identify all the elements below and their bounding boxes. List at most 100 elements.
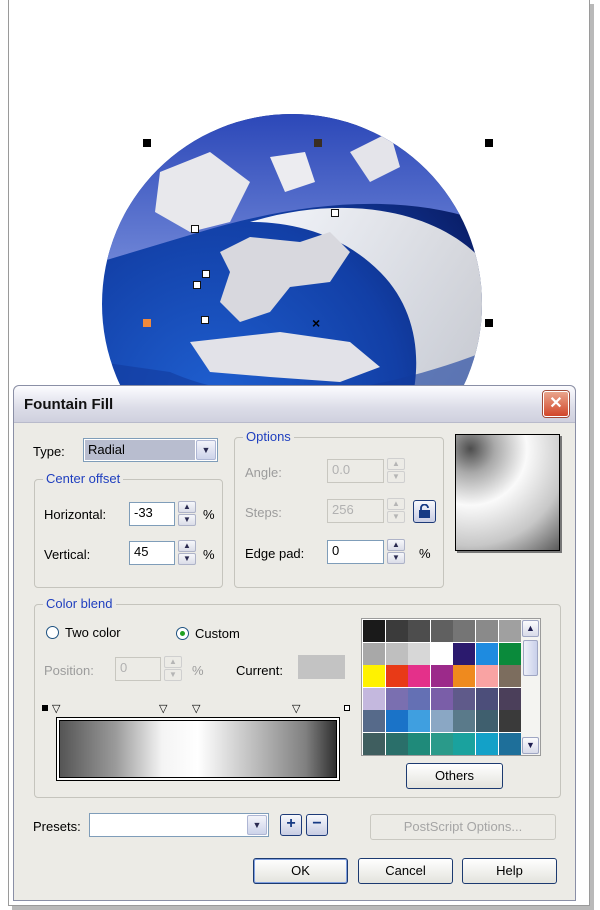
position-field[interactable]: 0 [115,657,161,681]
edge-pad-field[interactable]: 0 [327,540,384,564]
palette-swatch[interactable] [385,687,408,710]
type-select[interactable]: Radial ▼ [83,438,218,462]
palette-swatch[interactable] [363,665,385,688]
palette-swatch[interactable] [453,710,476,733]
gradient-marker-icon[interactable]: ▽ [192,704,200,715]
others-button[interactable]: Others [406,763,503,789]
add-preset-button[interactable]: + [280,814,302,836]
palette-swatch[interactable] [498,733,521,755]
selection-handle-right[interactable] [485,319,493,327]
palette-swatch[interactable] [408,710,431,733]
palette-swatch[interactable] [385,665,408,688]
palette-swatch[interactable] [453,733,476,755]
close-button[interactable]: ✕ [543,391,569,417]
palette-swatch[interactable] [498,620,521,642]
palette-swatch[interactable] [408,733,431,755]
node-handle[interactable] [202,270,210,278]
spin-up-icon[interactable]: ▲ [387,498,405,510]
presets-select[interactable]: ▼ [89,813,269,837]
spin-up-icon[interactable]: ▲ [178,540,196,552]
palette-swatch[interactable] [430,642,453,665]
spin-down-icon[interactable]: ▼ [178,553,196,565]
chevron-down-icon[interactable]: ▼ [196,440,216,460]
angle-field[interactable]: 0.0 [327,459,384,483]
palette-swatch[interactable] [385,710,408,733]
palette-swatch[interactable] [453,687,476,710]
gradient-end-square[interactable] [344,705,350,711]
angle-spinner[interactable]: ▲ ▼ [386,458,406,484]
selection-handle-left[interactable] [143,319,151,327]
scroll-up-icon[interactable]: ▲ [522,620,539,637]
spin-down-icon[interactable]: ▼ [178,514,196,526]
position-spinner[interactable]: ▲ ▼ [163,656,183,682]
palette-swatch[interactable] [430,710,453,733]
gradient-marker-icon[interactable]: ▽ [292,704,300,715]
palette-swatch[interactable] [385,620,408,642]
ok-button[interactable]: OK [253,858,348,884]
palette-swatch[interactable] [430,665,453,688]
vertical-field[interactable]: 45 [129,541,175,565]
palette-swatch[interactable] [385,642,408,665]
gradient-marker-icon[interactable]: ▽ [52,704,60,715]
spin-up-icon[interactable]: ▲ [164,656,182,668]
node-handle[interactable] [191,225,199,233]
palette-swatch[interactable] [363,710,385,733]
two-color-label[interactable]: Two color [65,625,121,640]
palette-swatch[interactable] [453,642,476,665]
node-handle[interactable] [201,316,209,324]
dialog-titlebar[interactable]: Fountain Fill ✕ [14,386,575,423]
palette-swatch[interactable] [430,733,453,755]
gradient-start-square[interactable] [42,705,48,711]
palette-swatch[interactable] [498,710,521,733]
spin-up-icon[interactable]: ▲ [387,458,405,470]
center-x-marker[interactable]: × [312,316,320,330]
palette-swatch[interactable] [408,620,431,642]
palette-swatch[interactable] [476,642,498,665]
palette-swatch[interactable] [476,733,498,755]
steps-spinner[interactable]: ▲ ▼ [386,498,406,524]
node-handle[interactable] [193,281,201,289]
selection-handle-top[interactable] [314,139,322,147]
current-color-swatch[interactable] [298,655,345,679]
palette-swatch[interactable] [430,620,453,642]
palette-swatch[interactable] [498,642,521,665]
palette-swatch[interactable] [408,687,431,710]
palette-swatch[interactable] [476,687,498,710]
vertical-spinner[interactable]: ▲ ▼ [177,540,197,566]
steps-field[interactable]: 256 [327,499,384,523]
edge-pad-spinner[interactable]: ▲ ▼ [386,539,406,565]
palette-swatch[interactable] [363,642,385,665]
lock-button[interactable] [413,500,436,523]
cancel-button[interactable]: Cancel [358,858,453,884]
selection-handle-top-right[interactable] [485,139,493,147]
spin-down-icon[interactable]: ▼ [387,511,405,523]
spin-down-icon[interactable]: ▼ [387,552,405,564]
gradient-blend-bar[interactable] [56,717,340,781]
palette-swatch[interactable] [363,687,385,710]
scroll-thumb[interactable] [523,640,538,676]
palette-swatch[interactable] [476,620,498,642]
color-palette[interactable] [361,618,523,756]
palette-swatch[interactable] [498,687,521,710]
palette-swatch[interactable] [408,665,431,688]
spin-down-icon[interactable]: ▼ [164,669,182,681]
postscript-options-button[interactable]: PostScript Options... [370,814,556,840]
palette-swatch[interactable] [476,710,498,733]
palette-swatch[interactable] [363,733,385,755]
gradient-marker-icon[interactable]: ▽ [159,704,167,715]
palette-swatch[interactable] [408,642,431,665]
palette-swatch[interactable] [385,733,408,755]
spin-up-icon[interactable]: ▲ [178,501,196,513]
palette-scrollbar[interactable]: ▲ ▼ [521,618,541,756]
fill-preview[interactable] [455,434,560,551]
horizontal-field[interactable]: -33 [129,502,175,526]
custom-radio[interactable] [176,627,189,640]
palette-swatch[interactable] [476,665,498,688]
chevron-down-icon[interactable]: ▼ [247,815,267,835]
palette-swatch[interactable] [498,665,521,688]
help-button[interactable]: Help [462,858,557,884]
two-color-radio[interactable] [46,626,59,639]
palette-swatch[interactable] [430,687,453,710]
spin-up-icon[interactable]: ▲ [387,539,405,551]
custom-label[interactable]: Custom [195,626,240,641]
